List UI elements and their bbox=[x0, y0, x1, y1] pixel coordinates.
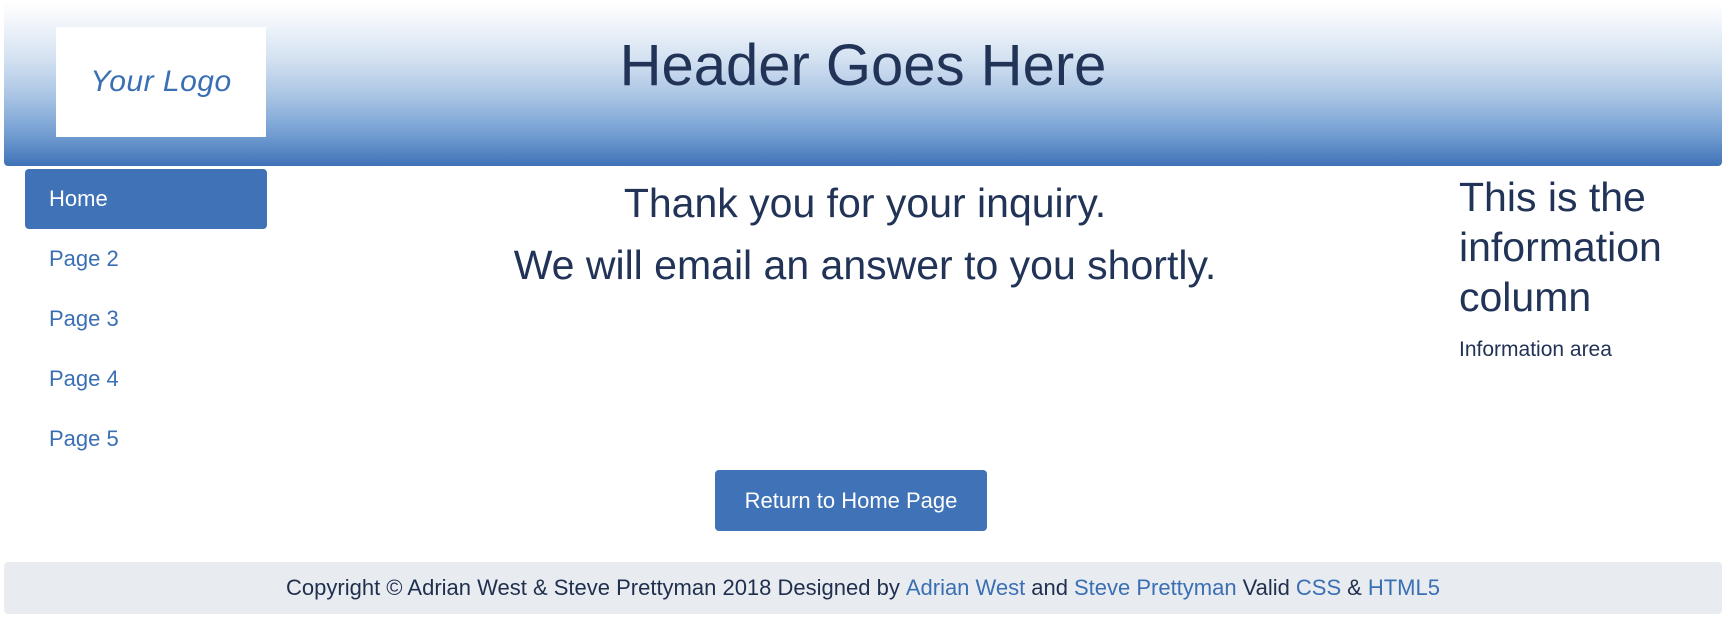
footer-link-html5[interactable]: HTML5 bbox=[1368, 575, 1440, 601]
nav-item-page-4[interactable]: Page 4 bbox=[25, 349, 267, 409]
footer-copyright: Copyright © Adrian West & Steve Prettyma… bbox=[286, 575, 900, 600]
footer-amp-text: & bbox=[1347, 575, 1362, 600]
info-area-text: Information area bbox=[1459, 338, 1612, 361]
footer-valid-text: Valid bbox=[1242, 575, 1290, 600]
page-title: Header Goes Here bbox=[4, 32, 1722, 99]
footer-link-adrian-west[interactable]: Adrian West bbox=[906, 575, 1025, 601]
info-column: This is the information column Informati… bbox=[1459, 172, 1709, 362]
site-footer: Copyright © Adrian West & Steve Prettyma… bbox=[4, 562, 1722, 614]
nav-item-page-3[interactable]: Page 3 bbox=[25, 289, 267, 349]
site-header: Your Logo Header Goes Here bbox=[4, 2, 1722, 166]
thank-you-message: Thank you for your inquiry. bbox=[623, 180, 1107, 226]
nav-item-page-2[interactable]: Page 2 bbox=[25, 229, 267, 289]
footer-link-steve-prettyman[interactable]: Steve Prettyman bbox=[1074, 575, 1237, 601]
footer-link-css[interactable]: CSS bbox=[1296, 575, 1341, 601]
sidebar-nav: Home Page 2 Page 3 Page 4 Page 5 bbox=[25, 169, 267, 469]
return-home-button[interactable]: Return to Home Page bbox=[715, 470, 987, 531]
nav-item-page-5[interactable]: Page 5 bbox=[25, 409, 267, 469]
main-content: Thank you for your inquiry. We will emai… bbox=[300, 172, 1430, 296]
info-column-title: This is the information column bbox=[1459, 174, 1662, 320]
page: Your Logo Header Goes Here Home Page 2 P… bbox=[0, 0, 1725, 618]
email-notice: We will email an answer to you shortly. bbox=[513, 242, 1217, 288]
page-title-text: Header Goes Here bbox=[619, 33, 1107, 98]
nav-item-home[interactable]: Home bbox=[25, 169, 267, 229]
footer-and-text: and bbox=[1031, 575, 1068, 600]
